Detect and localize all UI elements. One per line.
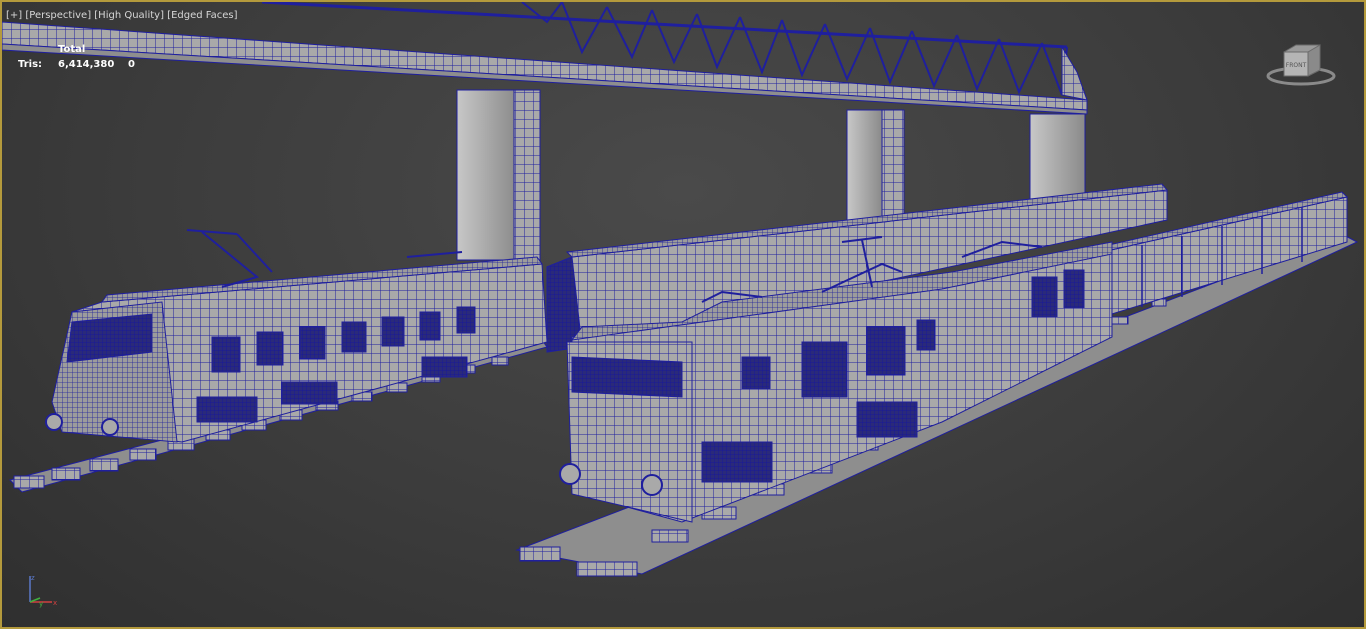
- scene-render: [2, 2, 1359, 577]
- left-train: [45, 229, 548, 443]
- svg-text:z: z: [31, 574, 35, 582]
- viewport-menu-button[interactable]: [+]: [6, 10, 22, 21]
- viewport-view-button[interactable]: [Perspective]: [25, 10, 91, 21]
- axis-tripod-icon: z x y: [29, 574, 57, 608]
- stats-total-value: 6,414,380: [58, 59, 115, 70]
- statistics-overlay: Total Tris: 6,414,380 0: [18, 42, 148, 72]
- stats-row-label: Tris:: [18, 59, 43, 70]
- perspective-viewport[interactable]: [+] [Perspective] [High Quality] [Edged …: [0, 0, 1366, 629]
- viewport-quality-button[interactable]: [High Quality]: [94, 10, 164, 21]
- viewcube-icon[interactable]: FRONT: [1266, 42, 1336, 88]
- viewport-shading-button[interactable]: [Edged Faces]: [167, 10, 237, 21]
- svg-text:x: x: [53, 599, 57, 607]
- stats-header: Total: [58, 44, 86, 55]
- viewport-label: [+] [Perspective] [High Quality] [Edged …: [6, 10, 238, 21]
- stats-selected-value: 0: [128, 59, 135, 70]
- viewcube-label: FRONT: [1286, 62, 1307, 69]
- svg-text:y: y: [39, 600, 43, 608]
